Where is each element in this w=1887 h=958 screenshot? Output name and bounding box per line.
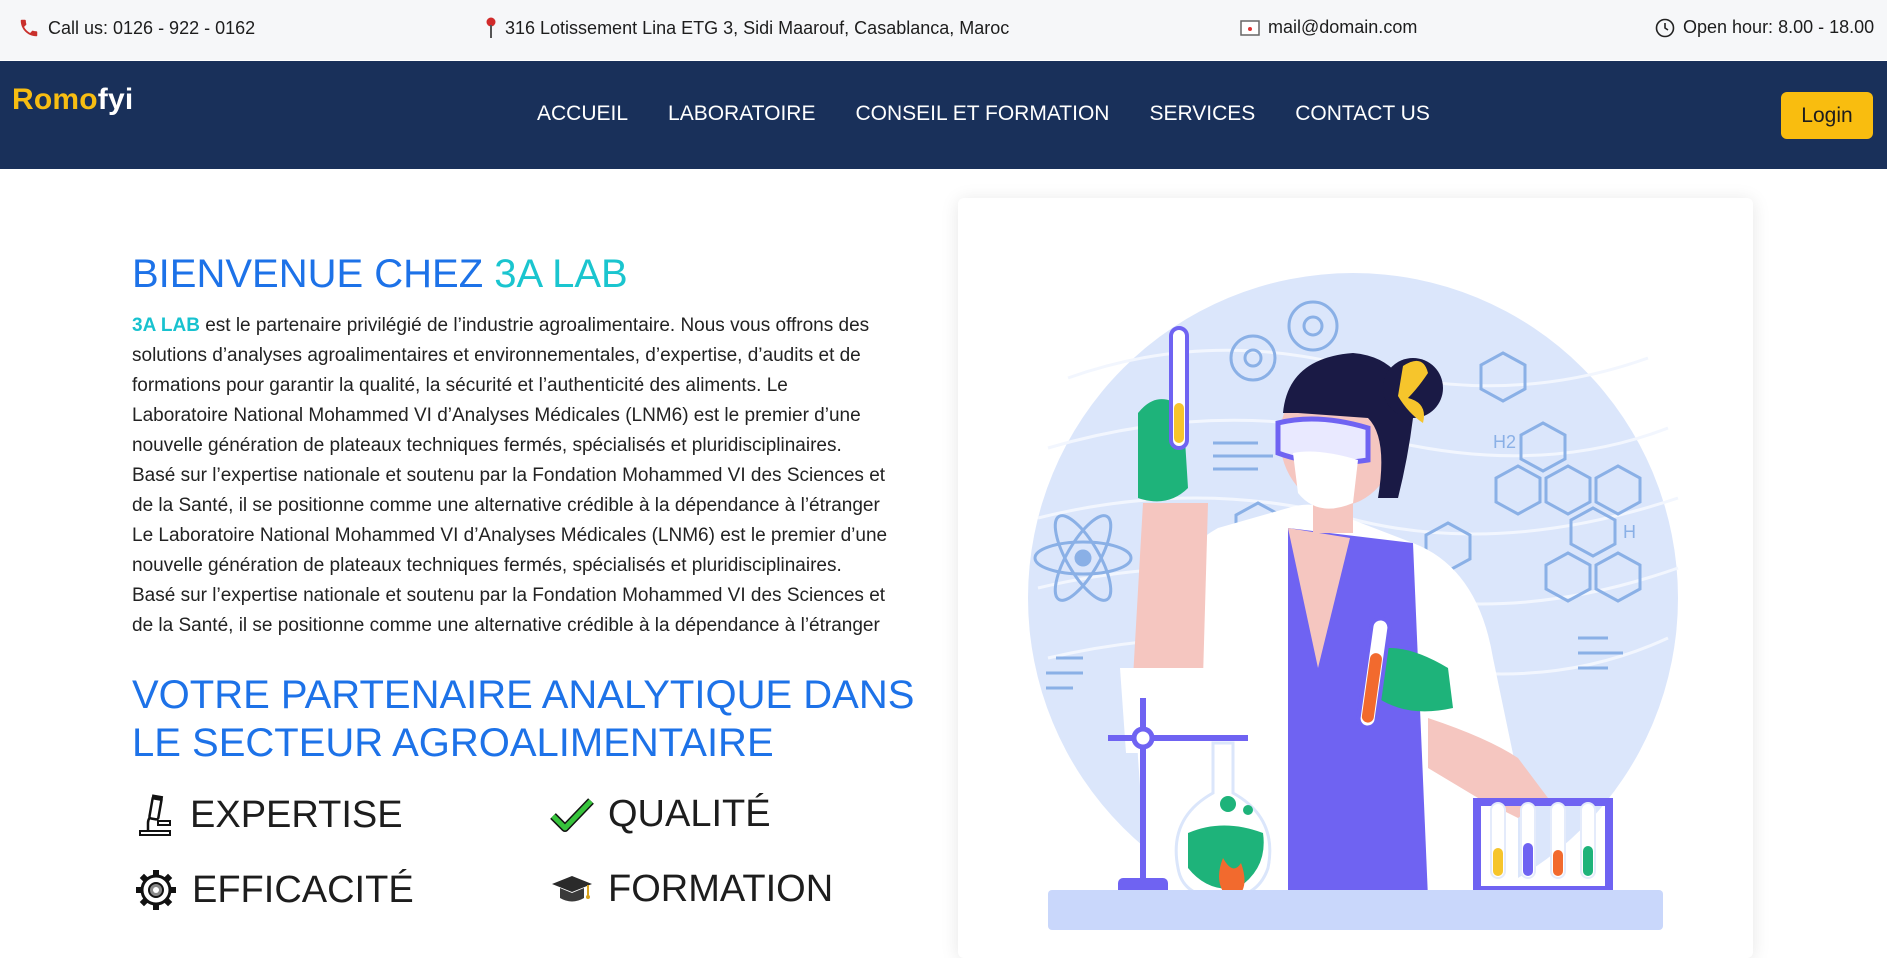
welcome-prefix: BIENVENUE CHEZ [132, 252, 495, 296]
partner-heading-line-1: VOTRE PARTENAIRE ANALYTIQUE DANS [132, 673, 915, 717]
partner-heading-line-2: LE SECTEUR AGROALIMENTAIRE [132, 721, 774, 765]
top-info-bar: Call us: 0126 - 922 - 0162 316 Lotisseme… [0, 0, 1887, 60]
phone-text: Call us: 0126 - 922 - 0162 [48, 17, 256, 38]
checkmark-icon [550, 797, 594, 832]
logo-part-1: Romo [12, 83, 98, 116]
intro-line: nouvelle génération de plateaux techniqu… [132, 555, 842, 576]
graduation-cap-icon [552, 875, 592, 901]
feature-efficacite: EFFICACITÉ [134, 868, 414, 912]
phone-info[interactable]: Call us: 0126 - 922 - 0162 [18, 17, 255, 39]
microscope-icon [139, 794, 171, 836]
intro-brand: 3A LAB [132, 315, 200, 336]
main-navbar: Romofyi ACCUEIL LABORATOIRE CONSEIL ET F… [0, 61, 1887, 169]
feature-qualite: QUALITÉ [550, 793, 771, 836]
clock-icon [1655, 18, 1675, 37]
intro-line: 3A LAB est le partenaire privilégié de l… [132, 311, 932, 341]
login-button[interactable]: Login [1781, 92, 1873, 139]
intro-line: de la Santé, il se positionne comme une … [132, 495, 880, 516]
intro-line: formations pour garantir la qualité, la … [132, 375, 788, 396]
intro-line: Le Laboratoire National Mohammed VI d’An… [132, 525, 888, 546]
feature-label: EFFICACITÉ [192, 868, 414, 911]
feature-formation: FORMATION [550, 868, 833, 911]
intro-line: Laboratoire National Mohammed VI d’Analy… [132, 405, 861, 426]
phone-icon [20, 19, 38, 37]
feature-label: EXPERTISE [190, 793, 403, 836]
feature-label: FORMATION [608, 868, 834, 910]
intro-paragraph: 3A LAB est le partenaire privilégié de l… [132, 311, 932, 641]
envelope-icon [1240, 19, 1260, 36]
hours-info: Open hour: 8.00 - 18.00 [1655, 17, 1874, 38]
nav-accueil[interactable]: ACCUEIL [537, 102, 628, 126]
email-info[interactable]: mail@domain.com [1240, 17, 1417, 38]
address-text: 316 Lotissement Lina ETG 3, Sidi Maarouf… [505, 17, 1010, 38]
hours-text: Open hour: 8.00 - 18.00 [1683, 17, 1875, 37]
gear-icon [136, 870, 176, 910]
scientist-illustration: H2 H [1028, 273, 1679, 930]
welcome-highlight: 3A LAB [494, 252, 628, 296]
intro-line: solutions d’analyses agroalimentaires et… [132, 345, 861, 366]
h-label: H [1623, 522, 1636, 542]
intro-line: nouvelle génération de plateaux techniqu… [132, 435, 842, 456]
intro-line: Basé sur l’expertise nationale et souten… [132, 585, 886, 606]
h2-label: H2 [1493, 432, 1516, 452]
feature-expertise: EXPERTISE [134, 793, 403, 837]
site-logo[interactable]: Romofyi [12, 83, 133, 117]
intro-line: de la Santé, il se positionne comme une … [132, 615, 880, 636]
nav-services[interactable]: SERVICES [1149, 102, 1255, 126]
intro-first-line: est le partenaire privilégié de l’indust… [199, 315, 870, 336]
nav-contact-us[interactable]: CONTACT US [1295, 102, 1430, 126]
main-nav: ACCUEIL LABORATOIRE CONSEIL ET FORMATION… [537, 102, 1470, 126]
email-text: mail@domain.com [1268, 17, 1418, 37]
hero-illustration-card: H2 H [958, 198, 1753, 958]
intro-line: Basé sur l’expertise nationale et souten… [132, 465, 886, 486]
address-info: 316 Lotissement Lina ETG 3, Sidi Maarouf… [485, 17, 1009, 39]
map-pin-icon [486, 17, 496, 38]
logo-part-2: fyi [97, 83, 134, 116]
nav-laboratoire[interactable]: LABORATOIRE [668, 102, 815, 126]
welcome-heading: BIENVENUE CHEZ 3A LAB [132, 252, 628, 297]
feature-label: QUALITÉ [608, 793, 771, 835]
partner-heading: VOTRE PARTENAIRE ANALYTIQUE DANS LE SECT… [132, 671, 914, 767]
nav-conseil-formation[interactable]: CONSEIL ET FORMATION [855, 102, 1109, 126]
